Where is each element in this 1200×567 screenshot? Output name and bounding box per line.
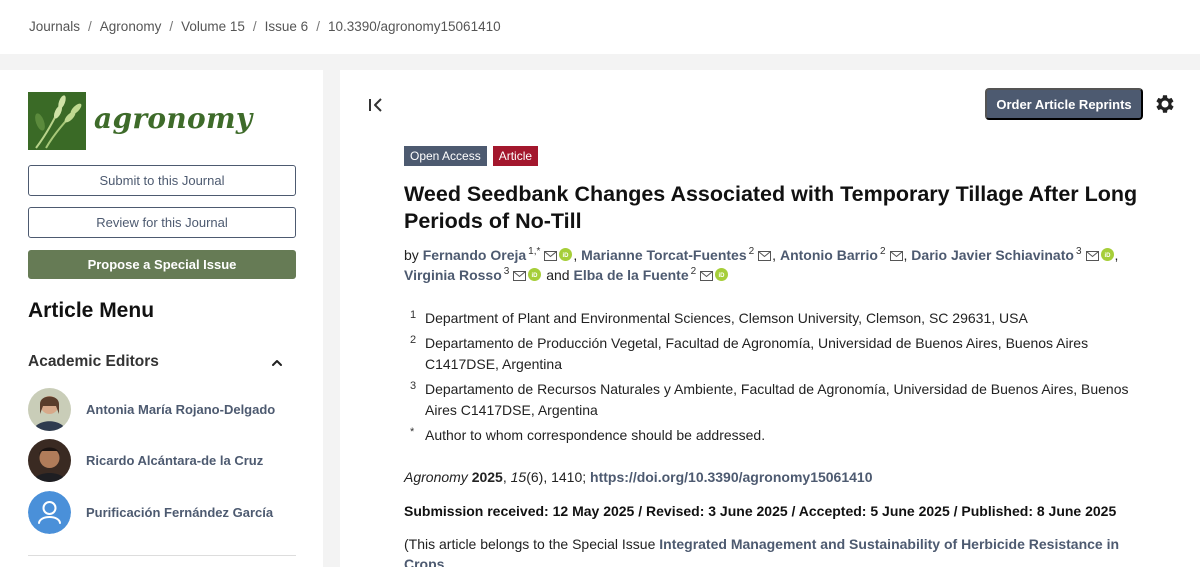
mail-icon[interactable] <box>889 251 903 261</box>
affiliation-number: 1 <box>410 309 417 321</box>
order-reprints-button[interactable]: Order Article Reprints <box>985 88 1143 120</box>
breadcrumb-issue[interactable]: Issue 6 <box>265 19 309 34</box>
svg-text:iD: iD <box>1104 253 1111 259</box>
citation-volume: 15 <box>510 469 527 485</box>
affiliation-item: 1 Department of Plant and Environmental … <box>404 308 1144 329</box>
citation-issue-pages: (6), 1410; <box>526 469 591 485</box>
mail-icon[interactable] <box>758 251 772 261</box>
avatar <box>28 388 71 431</box>
sidebar: agronomy Submit to this Journal Review f… <box>0 70 323 567</box>
svg-text:iD: iD <box>719 273 726 279</box>
svg-text:iD: iD <box>532 273 539 279</box>
orcid-icon[interactable]: iD <box>715 268 729 281</box>
collapse-sidebar-icon[interactable] <box>366 94 386 116</box>
article-title: Weed Seedbank Changes Associated with Te… <box>404 182 1138 233</box>
affiliation-item: * Author to whom correspondence should b… <box>404 425 1144 446</box>
affiliation-number: 2 <box>410 334 417 346</box>
author-affiliation-ref: 2 <box>690 266 697 278</box>
breadcrumb-separator: / <box>252 19 257 34</box>
editor-name: Purificación Fernández García <box>86 505 274 520</box>
special-issue-note: (This article belongs to the Special Iss… <box>404 534 1144 567</box>
editor-name: Antonia María Rojano-Delgado <box>86 402 276 417</box>
journal-logo[interactable]: agronomy <box>28 92 252 150</box>
mail-icon[interactable] <box>513 271 527 281</box>
academic-editors-heading[interactable]: Academic Editors <box>28 353 296 371</box>
author-affiliation-ref: 1,* <box>528 246 541 258</box>
publication-dates: Submission received: 12 May 2025 / Revis… <box>404 503 1117 519</box>
affiliation-number: * <box>410 426 415 438</box>
author-name[interactable]: Antonio Barrio <box>780 247 878 263</box>
user-icon <box>28 491 71 534</box>
author-name[interactable]: Fernando Oreja <box>423 247 526 263</box>
author-affiliation-ref: 2 <box>879 246 886 258</box>
author-affiliation-ref: 3 <box>1075 246 1082 258</box>
breadcrumb-bar: Journals / Agronomy / Volume 15 / Issue 6 / 10.3… <box>0 0 1200 54</box>
citation-year: 2025 <box>471 469 503 485</box>
editor-name: Ricardo Alcántara-de la Cruz <box>86 453 264 468</box>
open-access-badge: Open Access <box>404 146 487 166</box>
avatar <box>28 439 71 482</box>
mail-icon[interactable] <box>700 271 714 281</box>
journal-logo-text: agronomy <box>94 102 253 135</box>
citation-line: Agronomy 2025, 15(6), 1410; https://doi.… <box>404 469 873 485</box>
affiliation-item: 2 Departamento de Producción Vegetal, Fa… <box>404 333 1144 375</box>
mail-icon[interactable] <box>544 251 558 261</box>
mail-icon[interactable] <box>1085 251 1099 261</box>
citation-journal: Agronomy <box>404 469 468 485</box>
orcid-icon[interactable]: iD <box>528 268 542 281</box>
breadcrumb-separator: / <box>88 19 92 34</box>
editor-item[interactable]: Antonia María Rojano-Delgado <box>28 388 308 432</box>
author-name[interactable]: Marianne Torcat-Fuentes <box>581 247 746 263</box>
affiliation-text: Author to whom correspondence should be … <box>425 427 766 443</box>
orcid-icon[interactable]: iD <box>559 248 573 261</box>
special-issue-prefix: (This article belongs to the Special Iss… <box>404 536 660 552</box>
affiliation-text: Departamento de Recursos Naturales y Amb… <box>425 381 1129 418</box>
review-for-journal-button[interactable]: Review for this Journal <box>28 207 296 238</box>
article-tags: Open Access Article <box>404 146 539 166</box>
gear-icon[interactable] <box>1153 92 1177 116</box>
journal-logo-image <box>28 92 86 150</box>
article-type-badge: Article <box>492 146 539 166</box>
affiliation-number: 3 <box>410 380 417 392</box>
author-name[interactable]: Dario Javier Schiavinato <box>911 247 1074 263</box>
submit-to-journal-button[interactable]: Submit to this Journal <box>28 165 296 196</box>
editor-item[interactable]: Ricardo Alcántara-de la Cruz <box>28 439 308 483</box>
breadcrumb-agronomy[interactable]: Agronomy <box>100 19 162 34</box>
author-name[interactable]: Virginia Rosso <box>404 267 502 283</box>
article-main: Order Article Reprints Open Access Artic… <box>340 70 1200 567</box>
by-label: by <box>404 247 419 263</box>
author-affiliation-ref: 3 <box>503 266 510 278</box>
sidebar-divider <box>28 555 296 556</box>
breadcrumb: Journals / Agronomy / Volume 15 / Issue 6 / 10.3… <box>29 19 501 34</box>
author-name[interactable]: Elba de la Fuente <box>573 267 688 283</box>
affiliations-list: 1 Department of Plant and Environmental … <box>404 308 1144 450</box>
editor-item[interactable]: Purificación Fernández García <box>28 491 308 535</box>
affiliation-item: 3 Departamento de Recursos Naturales y A… <box>404 379 1144 421</box>
breadcrumb-journals[interactable]: Journals <box>29 19 80 34</box>
chevron-up-icon[interactable] <box>270 356 284 370</box>
svg-text:iD: iD <box>563 253 570 259</box>
breadcrumb-separator: / <box>316 19 320 34</box>
propose-special-issue-button[interactable]: Propose a Special Issue <box>28 250 296 279</box>
article-menu-title: Article Menu <box>28 299 155 322</box>
orcid-icon[interactable]: iD <box>1100 248 1114 261</box>
doi-link[interactable]: https://doi.org/10.3390/agronomy15061410 <box>590 469 872 485</box>
affiliation-text: Departamento de Producción Vegetal, Facu… <box>425 335 1089 372</box>
breadcrumb-doi[interactable]: 10.3390/agronomy15061410 <box>328 19 501 34</box>
author-affiliation-ref: 2 <box>748 246 755 258</box>
breadcrumb-separator: / <box>169 19 174 34</box>
author-list: by Fernando Oreja 1,* iD, Marianne Torcat-… <box>404 246 1119 283</box>
affiliation-text: Department of Plant and Environmental Sc… <box>425 310 1028 326</box>
breadcrumb-volume[interactable]: Volume 15 <box>181 19 245 34</box>
and-word: and <box>546 267 570 283</box>
